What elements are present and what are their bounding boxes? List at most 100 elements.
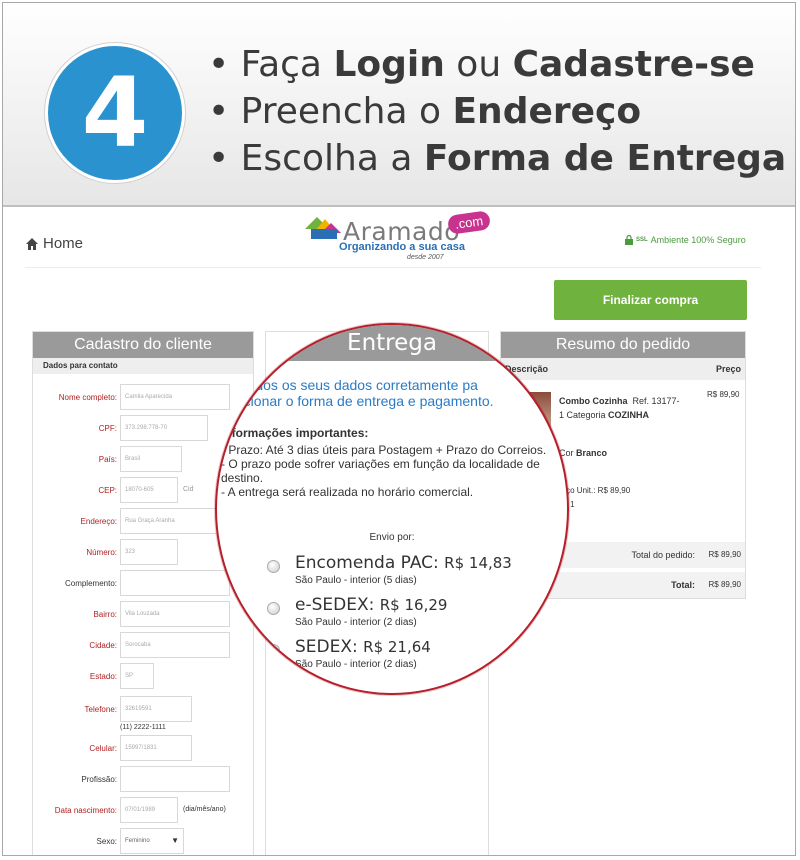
radio-button[interactable] — [267, 602, 280, 615]
logo-tagline: Organizando a sua casa — [339, 241, 465, 253]
cep-input[interactable]: 18070-605 — [120, 477, 178, 503]
subtotal-value: R$ 89,90 — [708, 550, 741, 559]
finalize-purchase-button[interactable]: Finalizar compra — [554, 280, 747, 320]
total-value: R$ 89,90 — [708, 580, 741, 589]
col-price: Preço — [715, 364, 741, 374]
customer-registration-panel: Cadastro do cliente Dados para contato N… — [32, 331, 255, 855]
field-telefone: Telefone: 32619591 (11) 2222-1111 — [33, 696, 255, 731]
product-name: Combo Cozinha — [559, 396, 628, 406]
logo-house-icon — [305, 217, 341, 239]
shipping-title: Entrega — [217, 325, 567, 361]
mobile-input[interactable]: 15997/1831 — [120, 735, 192, 761]
radio-button[interactable] — [267, 644, 280, 657]
header-divider — [25, 267, 761, 268]
field-label: Número: — [86, 548, 117, 557]
birthdate-input[interactable]: 07/01/1989 — [120, 797, 178, 823]
field-label: Cidade: — [89, 641, 117, 650]
product-ref: Ref. 13177- — [632, 396, 680, 406]
product-color: Cor Branco — [559, 448, 608, 458]
sex-select-value: Feminino — [125, 838, 150, 844]
option-detail: São Paulo - interior (2 dias) — [295, 617, 417, 628]
subtotal-label: Total do pedido: — [631, 550, 695, 560]
aramado-logo[interactable]: Aramado .com Organizando a sua casa desd… — [303, 210, 503, 267]
field-label: Celular: — [89, 744, 117, 753]
option-price: R$ 21,64 — [363, 638, 431, 656]
complement-input[interactable] — [120, 570, 230, 596]
field-label: Bairro: — [93, 610, 117, 619]
info-line: - Prazo: Até 3 dias úteis para Postagem … — [221, 443, 547, 457]
option-detail: São Paulo - interior (2 dias) — [295, 659, 417, 670]
profession-input[interactable] — [120, 766, 230, 792]
instruction-shipping: • Escolha a Forma de Entrega — [208, 138, 787, 179]
field-estado: Estado: SP — [33, 663, 255, 691]
shipping-method-label: Envio por: — [369, 532, 415, 543]
secure-environment: SSL Ambiente 100% Seguro — [625, 235, 746, 245]
phone-input[interactable]: 32619591 — [120, 696, 192, 722]
field-label: Telefone: — [84, 705, 117, 714]
logo-dotcom: .com — [446, 210, 492, 235]
phone-format-hint: (11) 2222-1111 — [120, 724, 166, 731]
field-profissao: Profissão: — [33, 766, 255, 794]
field-sexo: Sexo: Feminino ▼ — [33, 828, 255, 855]
field-label: País: — [98, 455, 117, 464]
home-link[interactable]: Home — [25, 235, 83, 252]
field-cidade: Cidade: Sorocaba — [33, 632, 255, 660]
sex-select[interactable]: Feminino ▼ — [120, 828, 184, 854]
field-complemento: Complemento: — [33, 570, 255, 598]
radio-button[interactable] — [267, 560, 280, 573]
field-label: CEP: — [98, 486, 117, 495]
checkout-screenshot: Home Aramado .com Organizando a sua casa… — [3, 207, 795, 855]
name-input[interactable]: Camila Aparecida — [120, 384, 230, 410]
field-celular: Celular: 15997/1831 — [33, 735, 255, 763]
product-unit-price: reço Unit.: R$ 89,90 — [559, 486, 631, 495]
field-nascimento: Data nascimento: 07/01/1989 (dia/mês/ano… — [33, 797, 255, 825]
field-label: Complemento: — [64, 579, 117, 588]
number-input[interactable]: 323 — [120, 539, 178, 565]
option-name: Encomenda PAC: — [295, 553, 439, 573]
logo-since: desde 2007 — [407, 254, 444, 261]
home-icon — [26, 237, 38, 250]
cep-city-hint: Cid — [183, 486, 194, 493]
shipping-highlight-magnifier: Entrega ite todos os seus dados corretam… — [215, 323, 569, 695]
cpf-input[interactable]: 373.298.778-70 — [120, 415, 208, 441]
secure-label: Ambiente 100% Seguro — [650, 235, 746, 245]
option-name: SEDEX: — [295, 637, 358, 657]
city-input[interactable]: Sorocaba — [120, 632, 230, 658]
product-title: Combo Cozinha Ref. 13177- — [559, 396, 680, 406]
field-nome: Nome completo: Camila Aparecida — [33, 384, 255, 412]
option-detail: São Paulo - interior (5 dias) — [295, 575, 417, 586]
product-category: 1 Categoria COZINHA — [559, 410, 650, 420]
step-banner: 4 • Faça Login ou Cadastre-se • Preencha… — [3, 3, 795, 207]
ssl-badge: SSL — [636, 237, 648, 243]
important-info: Informações importantes: - Prazo: Até 3 … — [221, 426, 551, 499]
field-label: Endereço: — [80, 517, 117, 526]
field-label: Data nascimento: — [54, 806, 117, 815]
date-format-hint: (dia/mês/ano) — [183, 806, 226, 813]
field-label: Sexo: — [96, 837, 117, 846]
option-name: e-SEDEX: — [295, 595, 375, 615]
district-input[interactable]: Vila Louzada — [120, 601, 230, 627]
lock-icon — [625, 235, 633, 245]
important-info-title: Informações importantes: — [221, 426, 369, 440]
field-label: Profissão: — [81, 775, 117, 784]
chevron-down-icon: ▼ — [171, 836, 179, 845]
address-input[interactable]: Rua Graça Aranha — [120, 508, 230, 534]
instruction-address: • Preencha o Endereço — [208, 91, 642, 132]
product-price: R$ 89,90 — [707, 390, 740, 399]
tutorial-card: 4 • Faça Login ou Cadastre-se • Preencha… — [2, 2, 796, 856]
info-line: - A entrega será realizada no horário co… — [221, 485, 474, 499]
option-price: R$ 16,29 — [379, 596, 448, 614]
shipping-instruction: ite todos os seus dados corretamente pa … — [225, 377, 494, 409]
field-label: Nome completo: — [58, 393, 117, 402]
step-number-badge: 4 — [45, 43, 185, 183]
field-label: Estado: — [89, 672, 117, 681]
total-label: Total: — [671, 580, 695, 590]
summary-table-header: Descrição Preço — [501, 358, 745, 380]
step-instructions: • Faça Login ou Cadastre-se • Preencha o… — [208, 41, 786, 182]
field-label: CPF: — [98, 424, 117, 433]
field-bairro: Bairro: Vila Louzada — [33, 601, 255, 629]
country-select[interactable]: Brasil — [120, 446, 182, 472]
option-price: R$ 14,83 — [444, 554, 512, 572]
state-input[interactable]: SP — [120, 663, 154, 689]
home-link-label: Home — [43, 235, 84, 252]
